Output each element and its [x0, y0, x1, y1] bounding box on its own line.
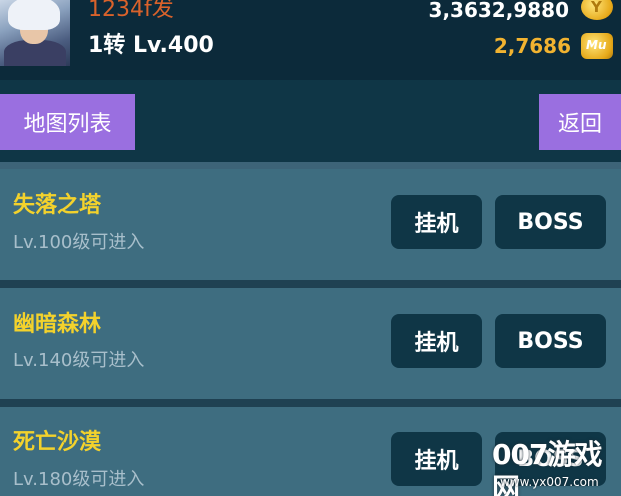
map-name: 幽暗森林 [13, 312, 102, 337]
gold-amount: 3,3632,9880 [428, 0, 569, 22]
boss-button[interactable]: BOSS [495, 314, 606, 368]
gold-coin-icon [581, 0, 613, 20]
map-requirement: Lv.100级可进入 [13, 232, 145, 253]
map-name: 失落之塔 [13, 193, 102, 218]
map-name: 死亡沙漠 [13, 430, 102, 455]
player-avatar[interactable] [0, 0, 70, 66]
player-level: 1转 Lv.400 [88, 33, 214, 58]
idle-button[interactable]: 挂机 [391, 314, 482, 368]
map-list-button[interactable]: 地图列表 [0, 94, 135, 150]
card-divider [0, 280, 621, 288]
idle-button[interactable]: 挂机 [391, 195, 482, 249]
idle-button[interactable]: 挂机 [391, 432, 482, 486]
player-name: 1234f发 [88, 0, 174, 22]
card-divider [0, 399, 621, 407]
map-requirement: Lv.180级可进入 [13, 469, 145, 490]
mu-amount: 2,7686 [493, 34, 571, 58]
watermark-url: www.yx007.com [500, 475, 599, 489]
map-requirement: Lv.140级可进入 [13, 350, 145, 371]
mu-currency-icon [581, 33, 613, 59]
back-button[interactable]: 返回 [539, 94, 621, 150]
site-watermark: 007游戏网 www.yx007.com [490, 438, 621, 496]
boss-button[interactable]: BOSS [495, 195, 606, 249]
player-header: 1234f发 1转 Lv.400 3,3632,9880 2,7686 [0, 0, 621, 80]
